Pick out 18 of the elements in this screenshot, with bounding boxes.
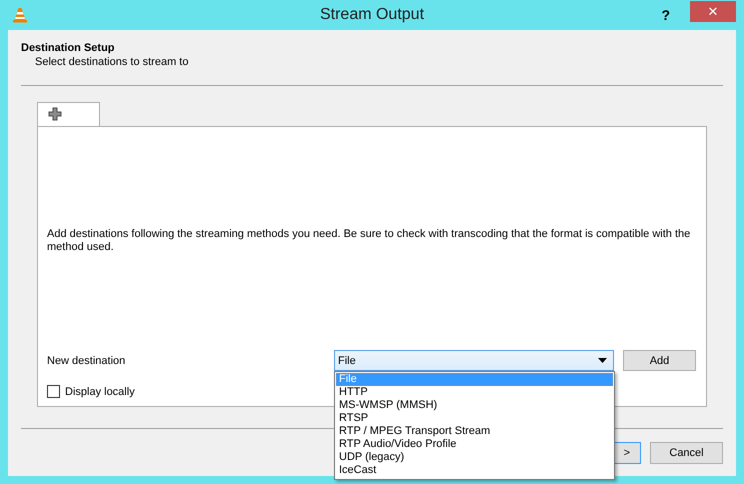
dropdown-option[interactable]: RTP Audio/Video Profile bbox=[336, 438, 613, 451]
help-button[interactable]: ? bbox=[661, 7, 670, 23]
window-title: Stream Output bbox=[320, 6, 424, 23]
close-button[interactable]: ✕ bbox=[690, 0, 736, 22]
checkbox-label: Display locally bbox=[65, 386, 135, 398]
dropdown-option[interactable]: RTP / MPEG Transport Stream bbox=[336, 425, 613, 438]
field-label: New destination bbox=[47, 354, 126, 366]
cancel-button[interactable]: Cancel bbox=[650, 442, 723, 464]
dropdown-option[interactable]: UDP (legacy) bbox=[336, 451, 613, 464]
dropdown-option[interactable]: HTTP bbox=[336, 386, 613, 399]
destination-dropdown[interactable]: File bbox=[334, 350, 614, 371]
dropdown-option[interactable]: IceCast bbox=[336, 464, 613, 477]
dropdown-option[interactable]: RTSP bbox=[336, 412, 613, 425]
dropdown-option[interactable]: MS-WMSP (MMSH) bbox=[336, 399, 613, 412]
add-button[interactable]: Add bbox=[623, 350, 696, 371]
section-subtitle: Select destinations to stream to bbox=[35, 56, 190, 68]
description-text: Add destinations following the streaming methods you need. Be sure to check with transcoding that the format is compatible with the method used. bbox=[47, 228, 692, 254]
section-title: Destination Setup bbox=[21, 42, 116, 54]
